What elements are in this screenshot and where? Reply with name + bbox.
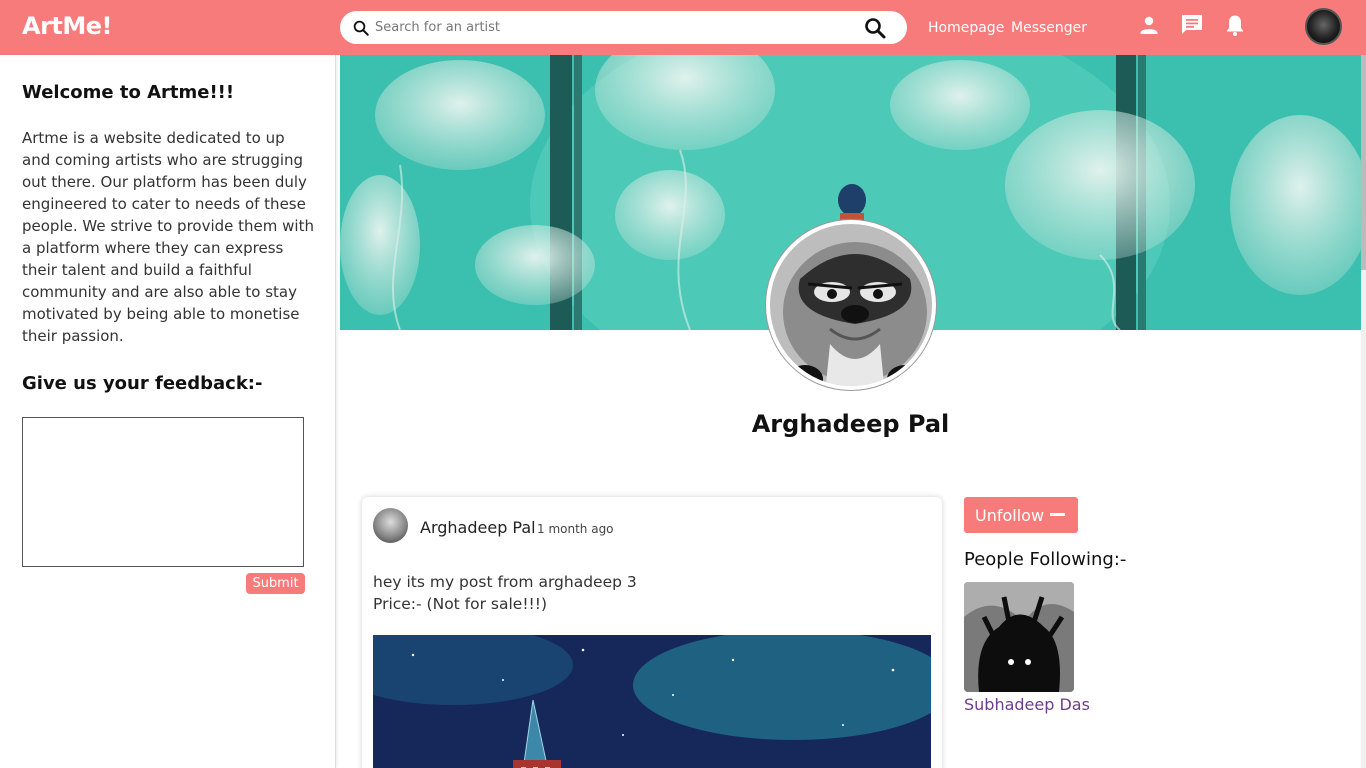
nav-messenger-link[interactable]: Messenger [1011,20,1087,36]
post-price: Price:- (Not for sale!!!) [373,595,548,613]
nav-homepage-link[interactable]: Homepage [928,20,1004,36]
minus-icon [1050,513,1066,516]
search-icon [353,20,369,36]
search-bar [340,11,907,44]
post-caption: hey its my post from arghadeep 3 [373,573,637,591]
sidebar: Welcome to Artme!!! Artme is a website d… [0,55,336,768]
user-avatar[interactable] [1305,8,1342,45]
bell-icon[interactable] [1223,13,1247,37]
feedback-textarea[interactable] [22,417,304,567]
sidebar-about-text: Artme is a website dedicated to up and c… [22,129,314,345]
feedback-submit-button[interactable]: Submit [246,573,305,594]
post-image[interactable] [362,625,942,768]
post-timestamp: 1 month ago [537,522,614,536]
unfollow-button[interactable]: Unfollow [964,497,1078,533]
following-person-avatar[interactable] [964,582,1074,692]
following-avatar-art [964,582,1074,692]
post-body: hey its my post from arghadeep 3 Price:-… [373,571,637,615]
post-card: Arghadeep Pal 1 month ago hey its my pos… [362,497,942,768]
post-author-avatar[interactable] [373,508,408,543]
sidebar-welcome-heading: Welcome to Artme!!! [22,82,235,103]
profile-main: Arghadeep Pal Arghadeep Pal 1 month ago … [340,55,1361,768]
top-navbar: ArtMe! Homepage Messenger [0,0,1366,55]
search-input[interactable] [375,17,855,38]
post-author-name[interactable]: Arghadeep Pal [420,518,536,537]
unfollow-label: Unfollow [975,505,1045,525]
scrollbar-thumb[interactable] [1361,55,1366,270]
profile-name: Arghadeep Pal [751,410,950,438]
chat-icon[interactable] [1180,13,1204,37]
following-heading: People Following:- [964,549,1127,570]
profile-artwork [770,224,932,386]
person-icon[interactable] [1137,13,1161,37]
brand-logo[interactable]: ArtMe! [22,12,113,40]
post-artwork [362,625,942,768]
search-submit-icon[interactable] [863,16,887,40]
following-person-name[interactable]: Subhadeep Das [964,695,1090,714]
feedback-heading: Give us your feedback:- [22,373,263,394]
profile-picture [766,220,936,390]
